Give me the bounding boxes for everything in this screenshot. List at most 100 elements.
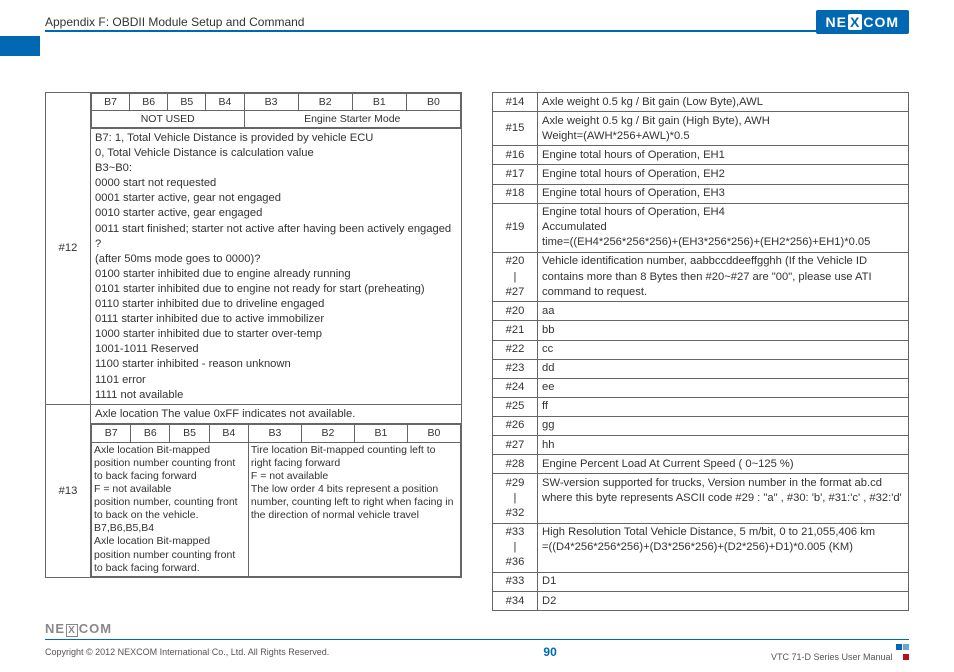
- right-row-id: #15: [493, 112, 538, 146]
- right-row-id: #25: [493, 397, 538, 416]
- bits-b6: B6: [130, 94, 168, 111]
- right-row-text: Engine total hours of Operation, EH3: [538, 184, 909, 203]
- row12-line: 0011 start finished; starter not active …: [95, 222, 457, 252]
- r13-b4: B4: [209, 425, 248, 442]
- row12-line: 1111 not available: [95, 388, 457, 403]
- right-row-text: cc: [538, 340, 909, 359]
- row12-line: 0110 starter inhibited due to driveline …: [95, 297, 457, 312]
- right-row-text: Engine Percent Load At Current Speed ( 0…: [538, 455, 909, 474]
- logo-pre: NE: [826, 14, 847, 30]
- right-row-id: #27: [493, 436, 538, 455]
- page-number: 90: [543, 645, 556, 659]
- r13-b5: B5: [170, 425, 209, 442]
- right-row-text: Axle weight 0.5 kg / Bit gain (High Byte…: [538, 112, 909, 146]
- right-row-text: ee: [538, 378, 909, 397]
- row13-intro: Axle location The value 0xFF indicates n…: [91, 405, 462, 424]
- right-row-text: bb: [538, 321, 909, 340]
- footer-manual-wrap: VTC 71-D Series User Manual: [771, 642, 909, 662]
- r13-b0: B0: [407, 425, 460, 442]
- r13-b6: B6: [131, 425, 170, 442]
- footer-manual: VTC 71-D Series User Manual: [771, 652, 893, 662]
- row12-id: #12: [46, 93, 91, 405]
- row12-line: (after 50ms mode goes to 0000)?: [95, 252, 457, 267]
- right-row-text: gg: [538, 416, 909, 435]
- right-row-text: Vehicle identification number, aabbccdde…: [538, 252, 909, 301]
- right-row-id: #24: [493, 378, 538, 397]
- right-row-text: D2: [538, 592, 909, 611]
- logo-x: X: [848, 14, 862, 30]
- right-row-id: #23: [493, 359, 538, 378]
- row12-line: 0100 starter inhibited due to engine alr…: [95, 267, 457, 282]
- row12-line: B7: 1, Total Vehicle Distance is provide…: [95, 131, 457, 146]
- bits-b3: B3: [244, 94, 298, 111]
- right-row-id: #26: [493, 416, 538, 435]
- right-row-id: #16: [493, 146, 538, 165]
- flogo-post: COM: [79, 621, 112, 636]
- right-row-id: #19: [493, 203, 538, 252]
- right-row-text: hh: [538, 436, 909, 455]
- right-row-text: High Resolution Total Vehicle Distance, …: [538, 523, 909, 572]
- right-row-text: SW-version supported for trucks, Version…: [538, 474, 909, 523]
- right-row-text: D1: [538, 572, 909, 591]
- row12-line: 0111 starter inhibited due to active imm…: [95, 312, 457, 327]
- row12-line: 0, Total Vehicle Distance is calculation…: [95, 146, 457, 161]
- row12-line: B3~B0:: [95, 161, 457, 176]
- right-row-text: Engine total hours of Operation, EH4 Acc…: [538, 203, 909, 252]
- row12-header: B7 B6 B5 B4 B3 B2 B1 B0 NOT USED Engine …: [91, 93, 462, 129]
- right-row-id: #33: [493, 572, 538, 591]
- header-rule: [45, 30, 909, 32]
- bits-b7: B7: [92, 94, 130, 111]
- bits-b2: B2: [298, 94, 352, 111]
- footer-logo: NEXCOM: [45, 621, 909, 637]
- right-row-id: #29 | #32: [493, 474, 538, 523]
- row12-body: B7: 1, Total Vehicle Distance is provide…: [91, 129, 462, 405]
- right-row-id: #18: [493, 184, 538, 203]
- logo-post: COM: [863, 14, 899, 30]
- right-row-text: dd: [538, 359, 909, 378]
- footer-accent-icon: [895, 642, 909, 662]
- footer-copyright: Copyright © 2012 NEXCOM International Co…: [45, 647, 329, 657]
- row13-body: B7 B6 B5 B4 B3 B2 B1 B0 Axle location Bi…: [91, 424, 462, 577]
- bits-b0: B0: [406, 94, 460, 111]
- right-row-id: #28: [493, 455, 538, 474]
- r13-left: Axle location Bit-mapped position number…: [92, 442, 249, 576]
- right-row-id: #20 | #27: [493, 252, 538, 301]
- row12-line: 1101 error: [95, 373, 457, 388]
- row13-id: #13: [46, 405, 91, 578]
- r13-right: Tire location Bit-mapped counting left t…: [248, 442, 460, 576]
- right-row-text: Axle weight 0.5 kg / Bit gain (Low Byte)…: [538, 93, 909, 112]
- right-row-text: Engine total hours of Operation, EH1: [538, 146, 909, 165]
- right-column: #14Axle weight 0.5 kg / Bit gain (Low By…: [492, 92, 909, 600]
- row12-line: 0001 starter active, gear not engaged: [95, 191, 457, 206]
- row12-notused: NOT USED: [92, 111, 245, 128]
- right-row-text: aa: [538, 302, 909, 321]
- top-accent: [0, 36, 40, 56]
- row12-line: 1100 starter inhibited - reason unknown: [95, 357, 457, 372]
- row12-line: 0010 starter active, gear engaged: [95, 206, 457, 221]
- right-row-id: #14: [493, 93, 538, 112]
- bits-b4: B4: [206, 94, 244, 111]
- right-row-id: #34: [493, 592, 538, 611]
- bits-b5: B5: [168, 94, 206, 111]
- row12-estarter: Engine Starter Mode: [244, 111, 461, 128]
- row12-line: 1001-1011 Reserved: [95, 342, 457, 357]
- right-table: #14Axle weight 0.5 kg / Bit gain (Low By…: [492, 92, 909, 611]
- flogo-x: X: [66, 624, 78, 637]
- row12-line: 1000 starter inhibited due to starter ov…: [95, 327, 457, 342]
- bits-b1: B1: [352, 94, 406, 111]
- row12-line: 0000 start not requested: [95, 176, 457, 191]
- r13-b2: B2: [301, 425, 354, 442]
- right-row-id: #17: [493, 165, 538, 184]
- right-row-id: #20: [493, 302, 538, 321]
- right-row-id: #33 | #36: [493, 523, 538, 572]
- right-row-text: Engine total hours of Operation, EH2: [538, 165, 909, 184]
- footer: NEXCOM Copyright © 2012 NEXCOM Internati…: [45, 621, 909, 662]
- r13-b3: B3: [248, 425, 301, 442]
- right-row-text: ff: [538, 397, 909, 416]
- appendix-title: Appendix F: OBDII Module Setup and Comma…: [45, 15, 304, 29]
- r13-b7: B7: [92, 425, 131, 442]
- row12-line: 0101 starter inhibited due to engine not…: [95, 282, 457, 297]
- left-column: #12 B7 B6 B5 B4 B3 B2 B1 B0: [45, 92, 462, 600]
- right-row-id: #22: [493, 340, 538, 359]
- right-row-id: #21: [493, 321, 538, 340]
